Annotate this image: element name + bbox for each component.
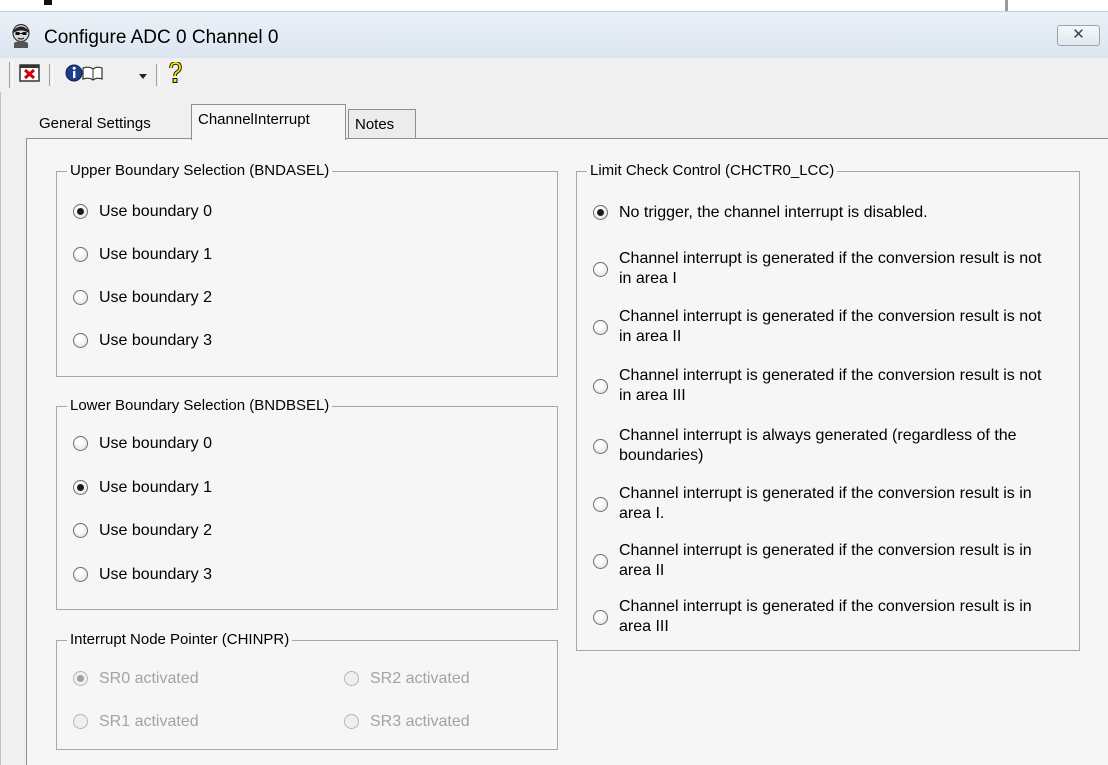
limit-check-option-6[interactable]: Channel interrupt is generated if the co… bbox=[593, 541, 1044, 581]
tab-channel-interrupt[interactable]: ChannelInterrupt bbox=[191, 104, 346, 140]
radio-button[interactable] bbox=[593, 378, 608, 394]
radio-button[interactable] bbox=[593, 609, 608, 625]
lower-boundary-option-2[interactable]: Use boundary 2 bbox=[73, 520, 212, 541]
radio-button bbox=[73, 714, 88, 729]
radio-label: SR2 activated bbox=[370, 670, 470, 687]
upper-boundary-option-3[interactable]: Use boundary 3 bbox=[73, 330, 212, 351]
dropdown-arrow-icon bbox=[139, 67, 147, 84]
radio-button[interactable] bbox=[73, 436, 88, 451]
radio-button[interactable] bbox=[593, 438, 608, 454]
radio-label: Channel interrupt is generated if the co… bbox=[619, 308, 1042, 345]
radio-label: Use boundary 0 bbox=[99, 203, 212, 220]
toolbar-grip[interactable] bbox=[9, 62, 13, 88]
tab-label: ChannelInterrupt bbox=[198, 111, 310, 128]
group-title: Interrupt Node Pointer (CHINPR) bbox=[67, 630, 293, 650]
group-title: Limit Check Control (CHCTR0_LCC) bbox=[587, 161, 838, 181]
help-icon bbox=[168, 61, 182, 88]
upper-boundary-option-1[interactable]: Use boundary 1 bbox=[73, 244, 212, 265]
tab-notes[interactable]: Notes bbox=[348, 109, 416, 138]
close-document-button[interactable] bbox=[16, 63, 44, 87]
radio-label: SR0 activated bbox=[99, 670, 199, 687]
radio-button bbox=[73, 671, 88, 686]
radio-label: SR1 activated bbox=[99, 713, 199, 730]
radio-button bbox=[344, 671, 359, 686]
info-dropdown-button[interactable] bbox=[137, 63, 149, 87]
radio-button[interactable] bbox=[593, 205, 608, 220]
limit-check-option-7[interactable]: Channel interrupt is generated if the co… bbox=[593, 597, 1044, 637]
radio-button[interactable] bbox=[593, 553, 608, 569]
radio-label: SR3 activated bbox=[370, 713, 470, 730]
radio-label: Channel interrupt is always generated (r… bbox=[619, 427, 1017, 464]
radio-selected-dot bbox=[597, 209, 604, 216]
radio-label: Channel interrupt is generated if the co… bbox=[619, 598, 1032, 635]
radio-label: No trigger, the channel interrupt is dis… bbox=[619, 204, 928, 221]
radio-label: Use boundary 3 bbox=[99, 332, 212, 349]
radio-button bbox=[344, 714, 359, 729]
radio-selected-dot bbox=[77, 484, 84, 491]
tab-general-settings[interactable]: General Settings bbox=[33, 109, 186, 138]
radio-label: Channel interrupt is generated if the co… bbox=[619, 485, 1032, 522]
toolbar-separator bbox=[156, 64, 160, 86]
radio-label: Channel interrupt is generated if the co… bbox=[619, 542, 1032, 579]
toolbar-separator bbox=[49, 64, 53, 86]
group-title: Lower Boundary Selection (BNDBSEL) bbox=[67, 396, 333, 416]
limit-check-option-2[interactable]: Channel interrupt is generated if the co… bbox=[593, 307, 1044, 347]
radio-label: Use boundary 2 bbox=[99, 522, 212, 539]
lower-boundary-option-1[interactable]: Use boundary 1 bbox=[73, 477, 212, 498]
limit-check-option-3[interactable]: Channel interrupt is generated if the co… bbox=[593, 366, 1044, 406]
radio-label: Use boundary 1 bbox=[99, 246, 212, 263]
close-button[interactable]: ✕ bbox=[1057, 25, 1100, 46]
help-button[interactable] bbox=[166, 61, 184, 88]
radio-button[interactable] bbox=[73, 204, 88, 219]
window-title: Configure ADC 0 Channel 0 bbox=[44, 27, 279, 48]
limit-check-option-1[interactable]: Channel interrupt is generated if the co… bbox=[593, 249, 1044, 289]
tab-label: General Settings bbox=[39, 115, 151, 132]
radio-label: Use boundary 0 bbox=[99, 435, 212, 452]
background-window-mark bbox=[44, 0, 52, 5]
upper-boundary-option-0[interactable]: Use boundary 0 bbox=[73, 201, 212, 222]
limit-check-option-5[interactable]: Channel interrupt is generated if the co… bbox=[593, 484, 1044, 524]
radio-button[interactable] bbox=[73, 567, 88, 582]
radio-button[interactable] bbox=[73, 523, 88, 538]
interrupt-node-group: Interrupt Node Pointer (CHINPR) bbox=[56, 630, 558, 750]
radio-label: Channel interrupt is generated if the co… bbox=[619, 250, 1042, 287]
interrupt-node-option-sr2: SR2 activated bbox=[344, 668, 470, 689]
radio-label: Use boundary 2 bbox=[99, 289, 212, 306]
info-button[interactable] bbox=[64, 63, 104, 87]
radio-label: Use boundary 3 bbox=[99, 566, 212, 583]
interrupt-node-option-sr1: SR1 activated bbox=[73, 711, 199, 732]
radio-button[interactable] bbox=[593, 261, 608, 277]
lower-boundary-option-0[interactable]: Use boundary 0 bbox=[73, 433, 212, 454]
radio-button[interactable] bbox=[73, 333, 88, 348]
info-book-icon bbox=[65, 63, 103, 87]
radio-button[interactable] bbox=[73, 480, 88, 495]
tab-label: Notes bbox=[355, 116, 395, 133]
close-icon: ✕ bbox=[1072, 26, 1085, 43]
radio-label: Use boundary 1 bbox=[99, 479, 212, 496]
group-title: Upper Boundary Selection (BNDASEL) bbox=[67, 161, 333, 181]
radio-button[interactable] bbox=[73, 247, 88, 262]
radio-selected-dot bbox=[77, 675, 84, 682]
upper-boundary-option-2[interactable]: Use boundary 2 bbox=[73, 287, 212, 308]
radio-button[interactable] bbox=[73, 290, 88, 305]
lower-boundary-option-3[interactable]: Use boundary 3 bbox=[73, 564, 212, 585]
radio-button[interactable] bbox=[593, 496, 608, 512]
limit-check-option-4[interactable]: Channel interrupt is always generated (r… bbox=[593, 426, 1044, 466]
radio-button[interactable] bbox=[593, 319, 608, 335]
limit-check-option-0[interactable]: No trigger, the channel interrupt is dis… bbox=[593, 202, 928, 223]
background-window-mark bbox=[1005, 0, 1008, 11]
close-document-icon bbox=[19, 63, 41, 87]
radio-selected-dot bbox=[77, 208, 84, 215]
interrupt-node-option-sr3: SR3 activated bbox=[344, 711, 470, 732]
interrupt-node-option-sr0: SR0 activated bbox=[73, 668, 199, 689]
radio-label: Channel interrupt is generated if the co… bbox=[619, 367, 1042, 404]
app-face-icon bbox=[10, 23, 32, 48]
